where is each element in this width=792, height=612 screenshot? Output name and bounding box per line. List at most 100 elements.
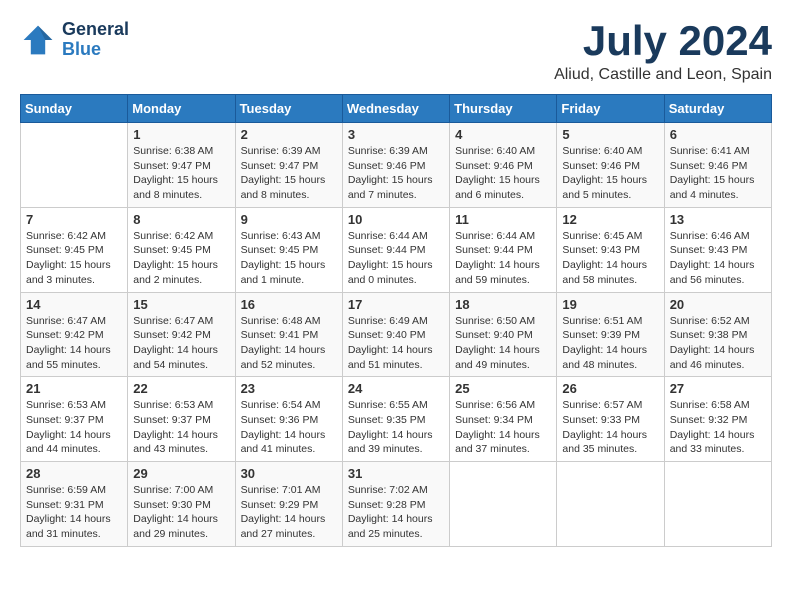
day-info: Sunrise: 6:39 AMSunset: 9:46 PMDaylight:… [348,144,444,203]
day-number: 10 [348,212,444,227]
weekday-header-sunday: Sunday [21,95,128,123]
day-info: Sunrise: 6:46 AMSunset: 9:43 PMDaylight:… [670,229,766,288]
day-info: Sunrise: 6:45 AMSunset: 9:43 PMDaylight:… [562,229,658,288]
weekday-header-saturday: Saturday [664,95,771,123]
day-info: Sunrise: 6:53 AMSunset: 9:37 PMDaylight:… [133,398,229,457]
day-info: Sunrise: 6:47 AMSunset: 9:42 PMDaylight:… [133,314,229,373]
calendar-day-cell: 15 Sunrise: 6:47 AMSunset: 9:42 PMDayligh… [128,292,235,377]
calendar-day-cell: 4 Sunrise: 6:40 AMSunset: 9:46 PMDaylight… [450,123,557,208]
day-info: Sunrise: 6:43 AMSunset: 9:45 PMDaylight:… [241,229,337,288]
day-number: 8 [133,212,229,227]
calendar-day-cell: 2 Sunrise: 6:39 AMSunset: 9:47 PMDaylight… [235,123,342,208]
day-info: Sunrise: 6:59 AMSunset: 9:31 PMDaylight:… [26,483,122,542]
calendar-day-cell: 14 Sunrise: 6:47 AMSunset: 9:42 PMDayligh… [21,292,128,377]
weekday-header-tuesday: Tuesday [235,95,342,123]
day-info: Sunrise: 7:01 AMSunset: 9:29 PMDaylight:… [241,483,337,542]
calendar-day-cell [664,462,771,547]
weekday-header-monday: Monday [128,95,235,123]
calendar-day-cell: 13 Sunrise: 6:46 AMSunset: 9:43 PMDayligh… [664,207,771,292]
calendar-week-row: 14 Sunrise: 6:47 AMSunset: 9:42 PMDayligh… [21,292,772,377]
day-info: Sunrise: 6:39 AMSunset: 9:47 PMDaylight:… [241,144,337,203]
calendar-day-cell: 9 Sunrise: 6:43 AMSunset: 9:45 PMDaylight… [235,207,342,292]
calendar-day-cell: 23Sunrise: 6:54 AMSunset: 9:36 PMDayligh… [235,377,342,462]
day-number: 4 [455,127,551,142]
calendar-day-cell [557,462,664,547]
calendar-day-cell: 12 Sunrise: 6:45 AMSunset: 9:43 PMDayligh… [557,207,664,292]
calendar-day-cell: 22Sunrise: 6:53 AMSunset: 9:37 PMDayligh… [128,377,235,462]
day-number: 20 [670,297,766,312]
weekday-header-friday: Friday [557,95,664,123]
day-number: 31 [348,466,444,481]
day-number: 15 [133,297,229,312]
day-number: 28 [26,466,122,481]
day-info: Sunrise: 6:42 AMSunset: 9:45 PMDaylight:… [133,229,229,288]
calendar-day-cell: 7 Sunrise: 6:42 AMSunset: 9:45 PMDaylight… [21,207,128,292]
calendar-day-cell: 26Sunrise: 6:57 AMSunset: 9:33 PMDayligh… [557,377,664,462]
calendar-day-cell [450,462,557,547]
day-number: 13 [670,212,766,227]
calendar-day-cell: 17 Sunrise: 6:49 AMSunset: 9:40 PMDayligh… [342,292,449,377]
calendar-day-cell: 10 Sunrise: 6:44 AMSunset: 9:44 PMDayligh… [342,207,449,292]
day-info: Sunrise: 6:56 AMSunset: 9:34 PMDaylight:… [455,398,551,457]
day-info: Sunrise: 7:02 AMSunset: 9:28 PMDaylight:… [348,483,444,542]
calendar-day-cell: 27 Sunrise: 6:58 AMSunset: 9:32 PMDayligh… [664,377,771,462]
day-info: Sunrise: 6:42 AMSunset: 9:45 PMDaylight:… [26,229,122,288]
calendar-week-row: 1Sunrise: 6:38 AMSunset: 9:47 PMDaylight… [21,123,772,208]
calendar-day-cell: 25Sunrise: 6:56 AMSunset: 9:34 PMDayligh… [450,377,557,462]
day-info: Sunrise: 6:58 AMSunset: 9:32 PMDaylight:… [670,398,766,457]
title-area: July 2024 Aliud, Castille and Leon, Spai… [554,20,772,84]
calendar-week-row: 7 Sunrise: 6:42 AMSunset: 9:45 PMDaylight… [21,207,772,292]
calendar-day-cell: 20 Sunrise: 6:52 AMSunset: 9:38 PMDayligh… [664,292,771,377]
day-number: 27 [670,381,766,396]
day-info: Sunrise: 6:51 AMSunset: 9:39 PMDaylight:… [562,314,658,373]
day-info: Sunrise: 6:47 AMSunset: 9:42 PMDaylight:… [26,314,122,373]
day-info: Sunrise: 6:41 AMSunset: 9:46 PMDaylight:… [670,144,766,203]
day-info: Sunrise: 6:48 AMSunset: 9:41 PMDaylight:… [241,314,337,373]
calendar-day-cell: 1Sunrise: 6:38 AMSunset: 9:47 PMDaylight… [128,123,235,208]
day-number: 19 [562,297,658,312]
day-info: Sunrise: 6:57 AMSunset: 9:33 PMDaylight:… [562,398,658,457]
day-number: 11 [455,212,551,227]
day-number: 12 [562,212,658,227]
day-number: 1 [133,127,229,142]
day-number: 18 [455,297,551,312]
logo: General Blue [20,20,129,60]
weekday-header-thursday: Thursday [450,95,557,123]
day-info: Sunrise: 6:40 AMSunset: 9:46 PMDaylight:… [562,144,658,203]
calendar-day-cell [21,123,128,208]
day-number: 14 [26,297,122,312]
day-number: 6 [670,127,766,142]
day-number: 17 [348,297,444,312]
calendar-day-cell: 8 Sunrise: 6:42 AMSunset: 9:45 PMDaylight… [128,207,235,292]
logo-icon [20,22,56,58]
day-number: 24 [348,381,444,396]
day-info: Sunrise: 7:00 AMSunset: 9:30 PMDaylight:… [133,483,229,542]
calendar-day-cell: 18Sunrise: 6:50 AMSunset: 9:40 PMDayligh… [450,292,557,377]
calendar-day-cell: 16 Sunrise: 6:48 AMSunset: 9:41 PMDayligh… [235,292,342,377]
day-info: Sunrise: 6:44 AMSunset: 9:44 PMDaylight:… [455,229,551,288]
calendar-week-row: 28 Sunrise: 6:59 AMSunset: 9:31 PMDayligh… [21,462,772,547]
calendar-day-cell: 11 Sunrise: 6:44 AMSunset: 9:44 PMDayligh… [450,207,557,292]
calendar-day-cell: 24 Sunrise: 6:55 AMSunset: 9:35 PMDayligh… [342,377,449,462]
calendar-day-cell: 19 Sunrise: 6:51 AMSunset: 9:39 PMDayligh… [557,292,664,377]
day-number: 9 [241,212,337,227]
calendar-day-cell: 28 Sunrise: 6:59 AMSunset: 9:31 PMDayligh… [21,462,128,547]
day-number: 5 [562,127,658,142]
day-number: 16 [241,297,337,312]
day-info: Sunrise: 6:40 AMSunset: 9:46 PMDaylight:… [455,144,551,203]
day-info: Sunrise: 6:49 AMSunset: 9:40 PMDaylight:… [348,314,444,373]
location-title: Aliud, Castille and Leon, Spain [554,66,772,84]
calendar-week-row: 21 Sunrise: 6:53 AMSunset: 9:37 PMDayligh… [21,377,772,462]
day-info: Sunrise: 6:52 AMSunset: 9:38 PMDaylight:… [670,314,766,373]
day-number: 21 [26,381,122,396]
day-info: Sunrise: 6:55 AMSunset: 9:35 PMDaylight:… [348,398,444,457]
day-number: 7 [26,212,122,227]
day-info: Sunrise: 6:44 AMSunset: 9:44 PMDaylight:… [348,229,444,288]
page-header: General Blue July 2024 Aliud, Castille a… [20,20,772,84]
day-info: Sunrise: 6:54 AMSunset: 9:36 PMDaylight:… [241,398,337,457]
calendar-day-cell: 31 Sunrise: 7:02 AMSunset: 9:28 PMDayligh… [342,462,449,547]
calendar-header-row: SundayMondayTuesdayWednesdayThursdayFrid… [21,95,772,123]
logo-text: General Blue [62,20,129,60]
day-number: 2 [241,127,337,142]
weekday-header-wednesday: Wednesday [342,95,449,123]
